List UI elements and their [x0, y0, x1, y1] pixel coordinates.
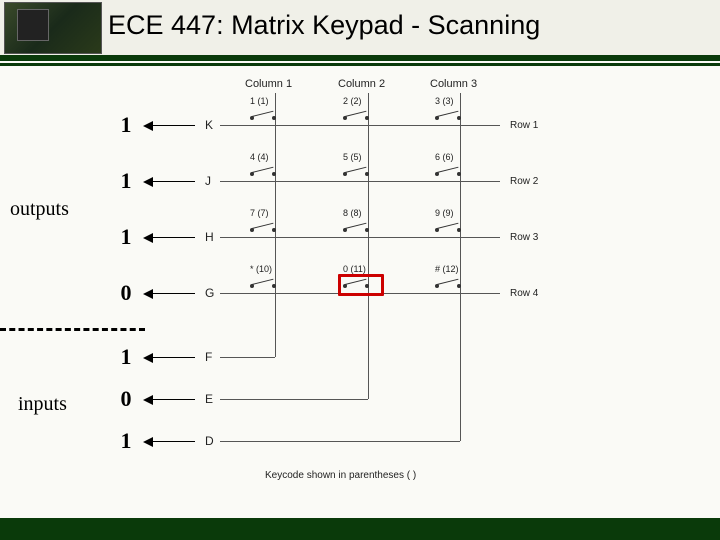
bit-row-1: 1: [116, 112, 136, 138]
pin-row-1: K: [205, 118, 213, 132]
footer-note: Keycode shown in parentheses ( ): [265, 470, 416, 481]
bit-row-6: 0: [116, 386, 136, 412]
switch-4-1: [250, 276, 276, 288]
key-2-2: 5 (5): [343, 152, 362, 162]
arrow-row-5: [145, 357, 195, 358]
switch-1-1: [250, 108, 276, 120]
switch-2-1: [250, 164, 276, 176]
pin-row-5: F: [205, 350, 212, 364]
wire-col-2: [368, 93, 369, 399]
wire-col-3: [460, 93, 461, 441]
slide: ECE 447: Matrix Keypad - Scanning output…: [0, 0, 720, 540]
switch-1-2: [343, 108, 369, 120]
bit-row-4: 0: [116, 280, 136, 306]
key-3-2: 8 (8): [343, 208, 362, 218]
header-bar-1: [0, 55, 720, 61]
rowlabel-3: Row 3: [510, 232, 538, 243]
key-1-3: 3 (3): [435, 96, 454, 106]
bit-row-5: 1: [116, 344, 136, 370]
key-1-1: 1 (1): [250, 96, 269, 106]
switch-3-1: [250, 220, 276, 232]
pin-row-2: J: [205, 174, 211, 188]
col-label-2: Column 2: [338, 78, 385, 90]
page-title: ECE 447: Matrix Keypad - Scanning: [108, 10, 540, 41]
rowlabel-1: Row 1: [510, 120, 538, 131]
bit-row-2: 1: [116, 168, 136, 194]
switch-2-3: [435, 164, 461, 176]
pressed-key-highlight: [338, 274, 384, 296]
bit-row-3: 1: [116, 224, 136, 250]
diagram: outputs inputs Column 1 Column 2 Column …: [0, 78, 720, 508]
pin-row-6: E: [205, 392, 213, 406]
arrow-row-4: [145, 293, 195, 294]
switch-3-3: [435, 220, 461, 232]
chip-image: [4, 2, 102, 54]
outputs-label: outputs: [10, 198, 69, 221]
header: ECE 447: Matrix Keypad - Scanning: [0, 0, 720, 58]
wire-row-3: [220, 237, 500, 238]
key-3-3: 9 (9): [435, 208, 454, 218]
arrow-row-3: [145, 237, 195, 238]
arrow-row-2: [145, 181, 195, 182]
arrow-row-7: [145, 441, 195, 442]
key-3-1: 7 (7): [250, 208, 269, 218]
wire-row-7: [220, 441, 460, 442]
key-4-2: 0 (11): [343, 264, 366, 274]
switch-1-3: [435, 108, 461, 120]
switch-4-3: [435, 276, 461, 288]
wire-row-6: [220, 399, 368, 400]
wire-row-2: [220, 181, 500, 182]
inputs-label: inputs: [18, 393, 67, 416]
key-2-3: 6 (6): [435, 152, 454, 162]
arrow-row-6: [145, 399, 195, 400]
arrow-row-1: [145, 125, 195, 126]
header-bar-2: [0, 63, 720, 66]
switch-2-2: [343, 164, 369, 176]
rowlabel-4: Row 4: [510, 288, 538, 299]
rowlabel-2: Row 2: [510, 176, 538, 187]
wire-row-1: [220, 125, 500, 126]
col-label-3: Column 3: [430, 78, 477, 90]
pin-row-3: H: [205, 230, 214, 244]
switch-3-2: [343, 220, 369, 232]
key-4-1: * (10): [250, 264, 272, 274]
pin-row-4: G: [205, 286, 214, 300]
wire-row-5: [220, 357, 275, 358]
footer-bar: [0, 518, 720, 540]
key-1-2: 2 (2): [343, 96, 362, 106]
col-label-1: Column 1: [245, 78, 292, 90]
key-4-3: # (12): [435, 264, 459, 274]
bit-row-7: 1: [116, 428, 136, 454]
pin-row-7: D: [205, 434, 214, 448]
key-2-1: 4 (4): [250, 152, 269, 162]
io-divider: [0, 328, 145, 331]
